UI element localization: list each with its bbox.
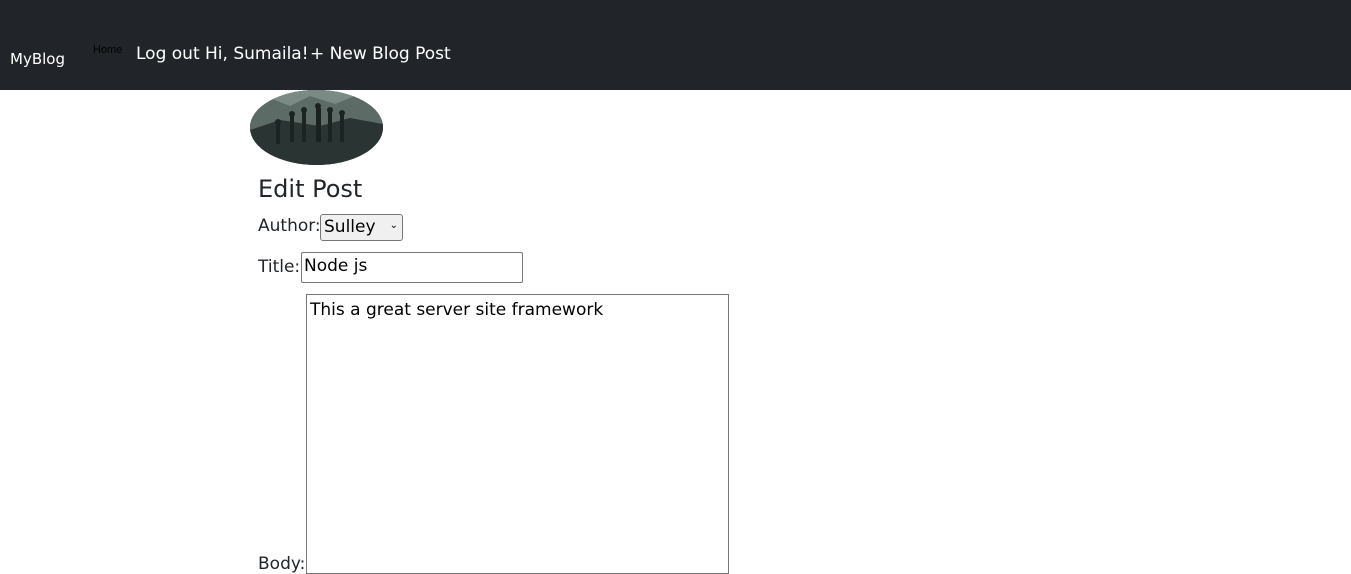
body-label: Body: (258, 554, 306, 574)
body-textarea[interactable]: This a great server site framework (306, 294, 729, 574)
brand-link[interactable]: MyBlog (10, 50, 65, 68)
nav-user-greeting[interactable]: Hi, Sumaila! (205, 44, 309, 64)
title-input[interactable]: Node js (301, 252, 523, 283)
nav-home-link[interactable]: Home (93, 44, 122, 56)
header-image-graphic (250, 90, 383, 165)
header-image (250, 90, 383, 165)
title-label: Title: (258, 257, 301, 277)
author-label: Author: (258, 216, 321, 236)
top-navbar: MyBlog Home Log out Hi, Sumaila! + New B… (0, 0, 1351, 90)
nav-logout-link[interactable]: Log out (136, 44, 200, 64)
author-select[interactable]: Sulley ⌄ (320, 214, 403, 241)
author-select-value: Sulley (324, 217, 376, 237)
nav-new-post-link[interactable]: + New Blog Post (310, 44, 451, 64)
page-title: Edit Post (258, 175, 363, 203)
chevron-down-icon: ⌄ (389, 220, 398, 231)
